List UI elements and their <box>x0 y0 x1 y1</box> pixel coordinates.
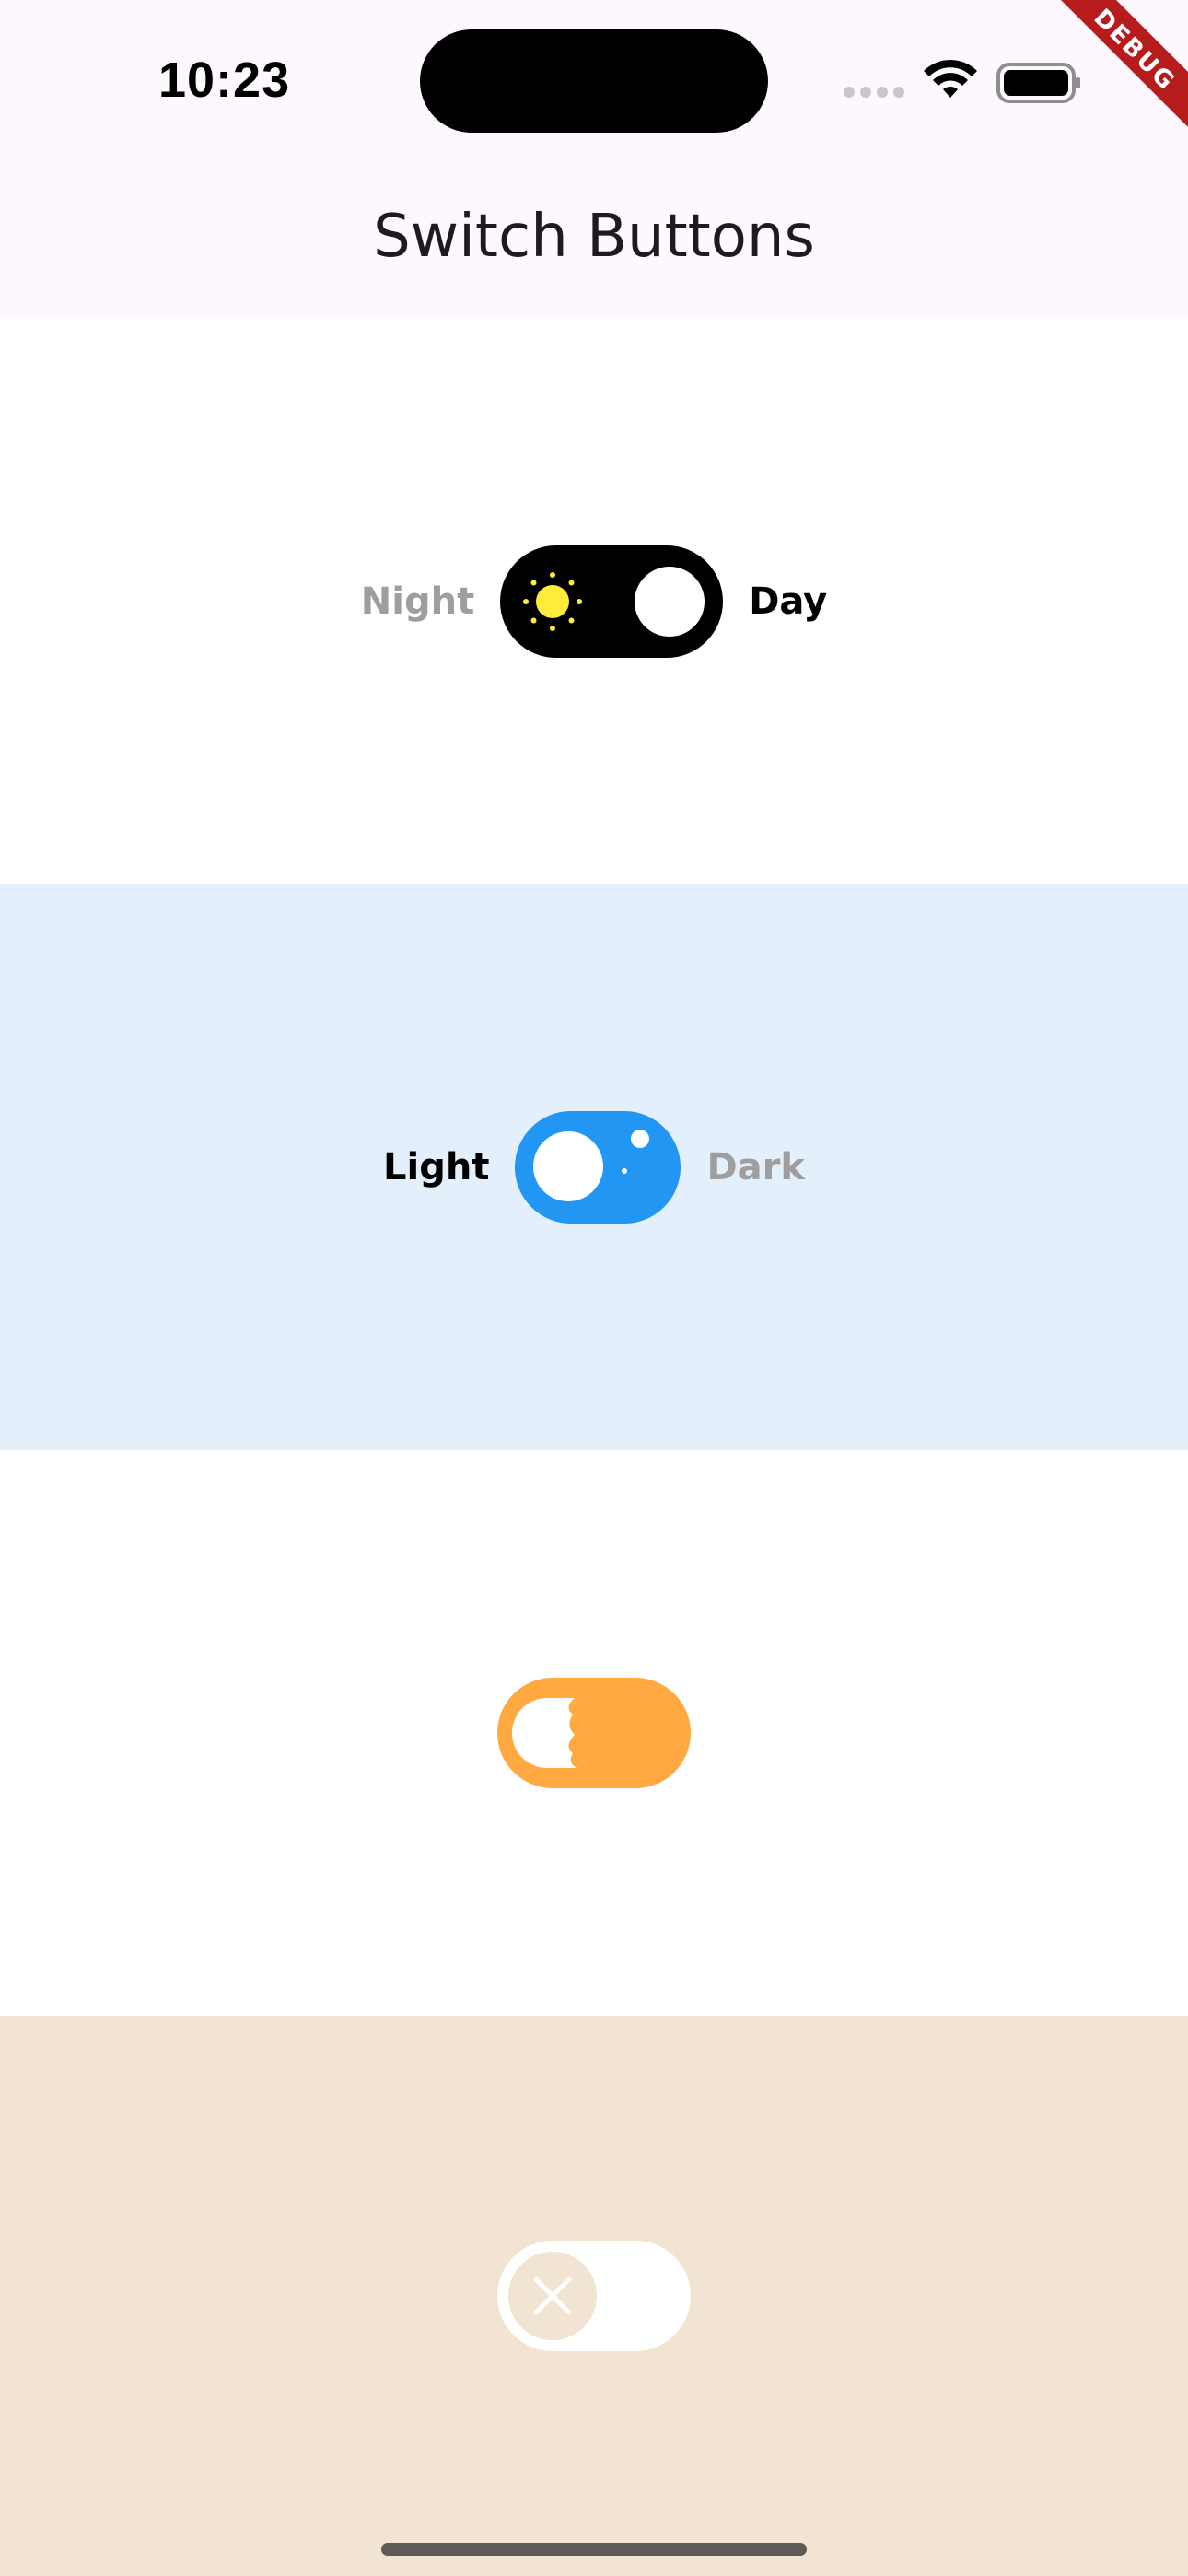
status-icons <box>842 53 1081 109</box>
close-switch[interactable] <box>497 2241 691 2351</box>
dark-label: Dark <box>706 1146 805 1188</box>
sun-icon <box>523 572 583 631</box>
light-dark-switch[interactable] <box>515 1111 681 1224</box>
star-icon <box>622 1168 628 1174</box>
page-title: Switch Buttons <box>373 203 815 271</box>
section-night-day: Night Day <box>0 319 1188 884</box>
dynamic-island <box>420 29 768 133</box>
switch-knob <box>533 1131 604 1201</box>
status-time: 10:23 <box>158 53 291 108</box>
night-day-switch[interactable] <box>500 545 724 658</box>
section-orange-switch <box>0 1450 1188 2016</box>
star-icon <box>631 1130 650 1148</box>
section-light-dark: Light Dark <box>0 884 1188 1450</box>
close-icon <box>533 2277 572 2315</box>
moon-knob-icon <box>512 1698 577 1768</box>
orange-switch[interactable] <box>497 1678 691 1788</box>
switch-knob <box>508 2252 597 2340</box>
section-close-switch <box>0 2016 1188 2576</box>
switch-knob <box>635 567 705 637</box>
wifi-icon <box>924 59 977 98</box>
cellular-dots-icon <box>844 87 904 98</box>
night-label: Night <box>360 580 475 623</box>
day-label: Day <box>749 580 828 623</box>
light-label: Light <box>383 1146 490 1188</box>
home-indicator[interactable] <box>381 2543 807 2556</box>
battery-icon <box>996 63 1080 103</box>
app-header: 10:23 Switch Buttons <box>0 0 1188 319</box>
